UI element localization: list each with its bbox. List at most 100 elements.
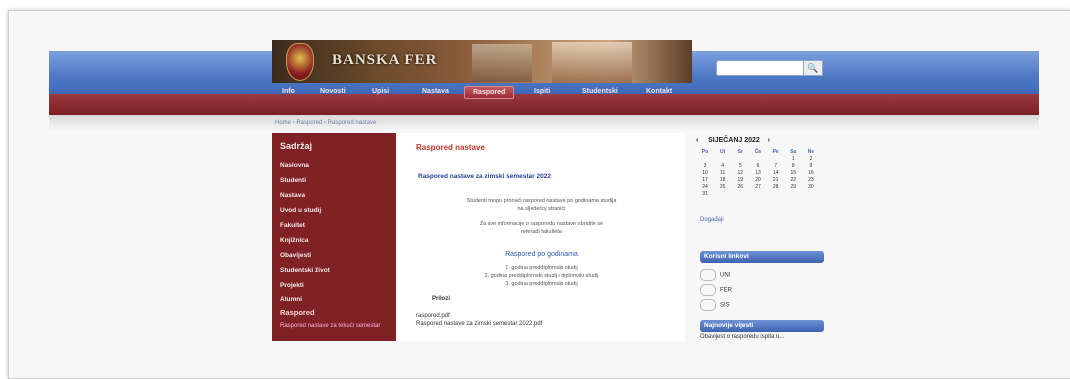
calendar-day[interactable]: 4: [716, 163, 730, 170]
attachment-link[interactable]: Raspored nastave za zimski semestar 2022…: [416, 321, 542, 327]
banner-photo: [472, 44, 532, 82]
links-item[interactable]: UNI: [700, 269, 730, 281]
calendar-day[interactable]: [716, 191, 730, 198]
calendar-day[interactable]: 27: [751, 184, 765, 191]
nav-item[interactable]: Novosti: [320, 88, 346, 95]
nav-item[interactable]: Upisi: [372, 88, 389, 95]
calendar-footer-link[interactable]: Događaji: [700, 217, 724, 223]
weekday: Sr: [737, 149, 743, 155]
sidebar-item[interactable]: Fakultet: [280, 222, 305, 229]
calendar-next-button[interactable]: ›: [768, 137, 770, 144]
sidebar-item[interactable]: Naslovna: [280, 162, 309, 169]
schedule-link[interactable]: 2. godina preddiplomski studij i diploms…: [398, 273, 685, 279]
calendar-day[interactable]: 15: [786, 170, 800, 177]
calendar-day[interactable]: 17: [698, 177, 712, 184]
calendar-day[interactable]: 31: [698, 191, 712, 198]
calendar-day[interactable]: [698, 156, 712, 163]
calendar-day[interactable]: 20: [751, 177, 765, 184]
search-button[interactable]: 🔍: [803, 60, 823, 76]
calendar-day[interactable]: [751, 191, 765, 198]
sidebar-item[interactable]: Projekti: [280, 282, 304, 289]
weekday: Su: [790, 149, 797, 155]
calendar-day[interactable]: 11: [716, 170, 730, 177]
calendar-day[interactable]: 13: [751, 170, 765, 177]
calendar-day[interactable]: [786, 191, 800, 198]
calendar-day[interactable]: [716, 156, 730, 163]
search-input[interactable]: [716, 60, 808, 76]
sidebar-item-active[interactable]: Raspored: [280, 308, 315, 317]
weekday: Pe: [772, 149, 779, 155]
weekday: Ne: [807, 149, 815, 155]
links-item[interactable]: SIS: [700, 299, 730, 311]
sidebar-title: Sadržaj: [280, 141, 313, 151]
calendar-day[interactable]: 19: [733, 177, 747, 184]
calendar-week: 31: [698, 191, 818, 198]
sidebar-item[interactable]: Knjižnica: [280, 237, 309, 244]
calendar-week: 12: [698, 156, 818, 163]
news-item[interactable]: Obavijest o rasporedu ispita u...: [700, 334, 784, 340]
link-icon: [700, 269, 716, 281]
paragraph-line: Za sve informacije o rasporedu nastave o…: [479, 221, 604, 227]
calendar-day[interactable]: 29: [786, 184, 800, 191]
calendar-prev-button[interactable]: ‹: [696, 137, 698, 144]
section-title: Raspored po godinama: [505, 251, 578, 258]
link-icon: [700, 299, 716, 311]
shadow-band: [49, 115, 1039, 131]
calendar-day[interactable]: [751, 156, 765, 163]
nav-item[interactable]: Kontakt: [646, 88, 672, 95]
sidebar-item[interactable]: Alumni: [280, 296, 302, 303]
nav-item[interactable]: Info: [282, 88, 295, 95]
calendar-day[interactable]: [769, 191, 783, 198]
schedule-link[interactable]: 3. godina preddiplomski studij: [398, 281, 685, 287]
link-icon: [700, 284, 716, 296]
calendar-day[interactable]: 25: [716, 184, 730, 191]
calendar-day[interactable]: 16: [804, 170, 818, 177]
calendar-day[interactable]: 28: [769, 184, 783, 191]
calendar-day[interactable]: 5: [733, 163, 747, 170]
sidebar-item[interactable]: Studenti: [280, 177, 306, 184]
calendar-day[interactable]: 10: [698, 170, 712, 177]
calendar-day[interactable]: 18: [716, 177, 730, 184]
calendar-day[interactable]: 26: [733, 184, 747, 191]
schedule-link[interactable]: 1. godina preddiplomski studij: [398, 265, 685, 271]
calendar-day[interactable]: 1: [786, 156, 800, 163]
content-subheading[interactable]: Raspored nastave za zimski semestar 2022: [418, 173, 551, 180]
calendar-week: 10 11 12 13 14 15 16: [698, 170, 818, 177]
calendar-day[interactable]: 7: [769, 163, 783, 170]
calendar-day[interactable]: 22: [786, 177, 800, 184]
calendar-day[interactable]: [733, 156, 747, 163]
calendar-day[interactable]: 6: [751, 163, 765, 170]
sidebar-sub-link[interactable]: Raspored nastave za tekući semestar: [280, 323, 380, 329]
calendar-day[interactable]: 21: [769, 177, 783, 184]
calendar-day[interactable]: 3: [698, 163, 712, 170]
paragraph-line: referadi fakulteta: [521, 229, 562, 235]
sidebar-item[interactable]: Studentski život: [280, 267, 330, 274]
site-banner: BANSKA FER: [272, 40, 692, 83]
nav-item-active[interactable]: Raspored: [464, 86, 515, 99]
attachments-title: Prilozi: [432, 296, 451, 302]
calendar-day[interactable]: 30: [804, 184, 818, 191]
sidebar-item[interactable]: Uvod u studij: [280, 207, 321, 214]
attachment-link[interactable]: raspored.pdf: [416, 313, 450, 319]
sidebar: Sadržaj Naslovna Studenti Nastava Uvod u…: [272, 133, 396, 341]
calendar-day[interactable]: [769, 156, 783, 163]
nav-item[interactable]: Ispiti: [534, 88, 550, 95]
links-item[interactable]: FER: [700, 284, 732, 296]
calendar-day[interactable]: 12: [733, 170, 747, 177]
calendar-month: SIJEČANJ 2022: [708, 137, 760, 144]
paragraph-line: Studenti mogu pronaći raspored nastave p…: [466, 198, 617, 204]
nav-item[interactable]: Nastava: [422, 88, 449, 95]
calendar-day[interactable]: 9: [804, 163, 818, 170]
sidebar-item[interactable]: Obavijesti: [280, 252, 311, 259]
calendar-day[interactable]: 8: [786, 163, 800, 170]
sidebar-item[interactable]: Nastava: [280, 192, 305, 199]
calendar-day[interactable]: 14: [769, 170, 783, 177]
nav-item[interactable]: Studentski: [582, 88, 618, 95]
calendar-day[interactable]: [804, 191, 818, 198]
calendar-day[interactable]: 23: [804, 177, 818, 184]
weekday: Po: [701, 149, 709, 155]
calendar-day[interactable]: 2: [804, 156, 818, 163]
calendar-day[interactable]: [733, 191, 747, 198]
breadcrumb[interactable]: Home › Raspored › Raspored nastave: [275, 120, 376, 126]
calendar-day[interactable]: 24: [698, 184, 712, 191]
